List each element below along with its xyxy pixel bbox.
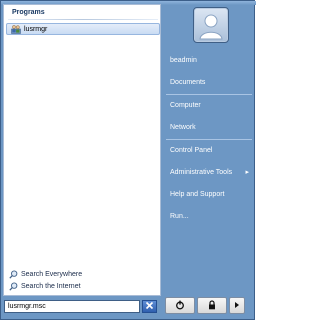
programs-divider [8,19,158,20]
lock-icon [207,299,217,312]
program-item-label: lusrmgr [24,25,48,33]
computer-item[interactable]: Computer [165,98,253,114]
lock-button[interactable] [197,297,227,314]
search-everywhere-label: Search Everywhere [21,271,83,278]
search-icon [9,270,18,279]
shutdown-options-button[interactable] [229,297,245,314]
search-everywhere-link[interactable]: Search Everywhere [9,269,82,280]
search-internet-link[interactable]: Search the Internet [9,281,81,292]
desktop: Programs lusrmgr Search Everywhere Searc… [0,0,256,320]
clear-search-button[interactable] [142,300,157,313]
close-icon [145,301,154,312]
search-internet-label: Search the Internet [21,283,81,290]
search-links: Search Everywhere Search the Internet [4,269,160,295]
power-button[interactable] [165,297,195,314]
start-menu: Programs lusrmgr Search Everywhere Searc… [0,0,256,320]
user-avatar-icon [194,14,228,44]
user-name-item[interactable]: beadmin [165,53,253,69]
user-picture[interactable] [193,7,229,43]
program-item-lusrmgr[interactable]: lusrmgr [6,23,160,35]
documents-item[interactable]: Documents [165,75,253,91]
programs-header: Programs [4,5,160,20]
power-icon [175,300,185,312]
chevron-right-icon [234,301,240,311]
network-item[interactable]: Network [165,120,253,136]
start-search-input[interactable]: lusrmgr.msc [4,300,140,313]
search-icon [9,282,18,291]
help-and-support-item[interactable]: Help and Support [165,187,253,203]
users-groups-icon [11,24,21,34]
run-item[interactable]: Run... [165,209,253,225]
programs-panel: Programs lusrmgr Search Everywhere Searc… [3,4,161,296]
right-divider [166,94,252,95]
control-panel-item[interactable]: Control Panel [165,143,253,159]
administrative-tools-item[interactable]: Administrative Tools [165,165,253,181]
right-divider [166,139,252,140]
